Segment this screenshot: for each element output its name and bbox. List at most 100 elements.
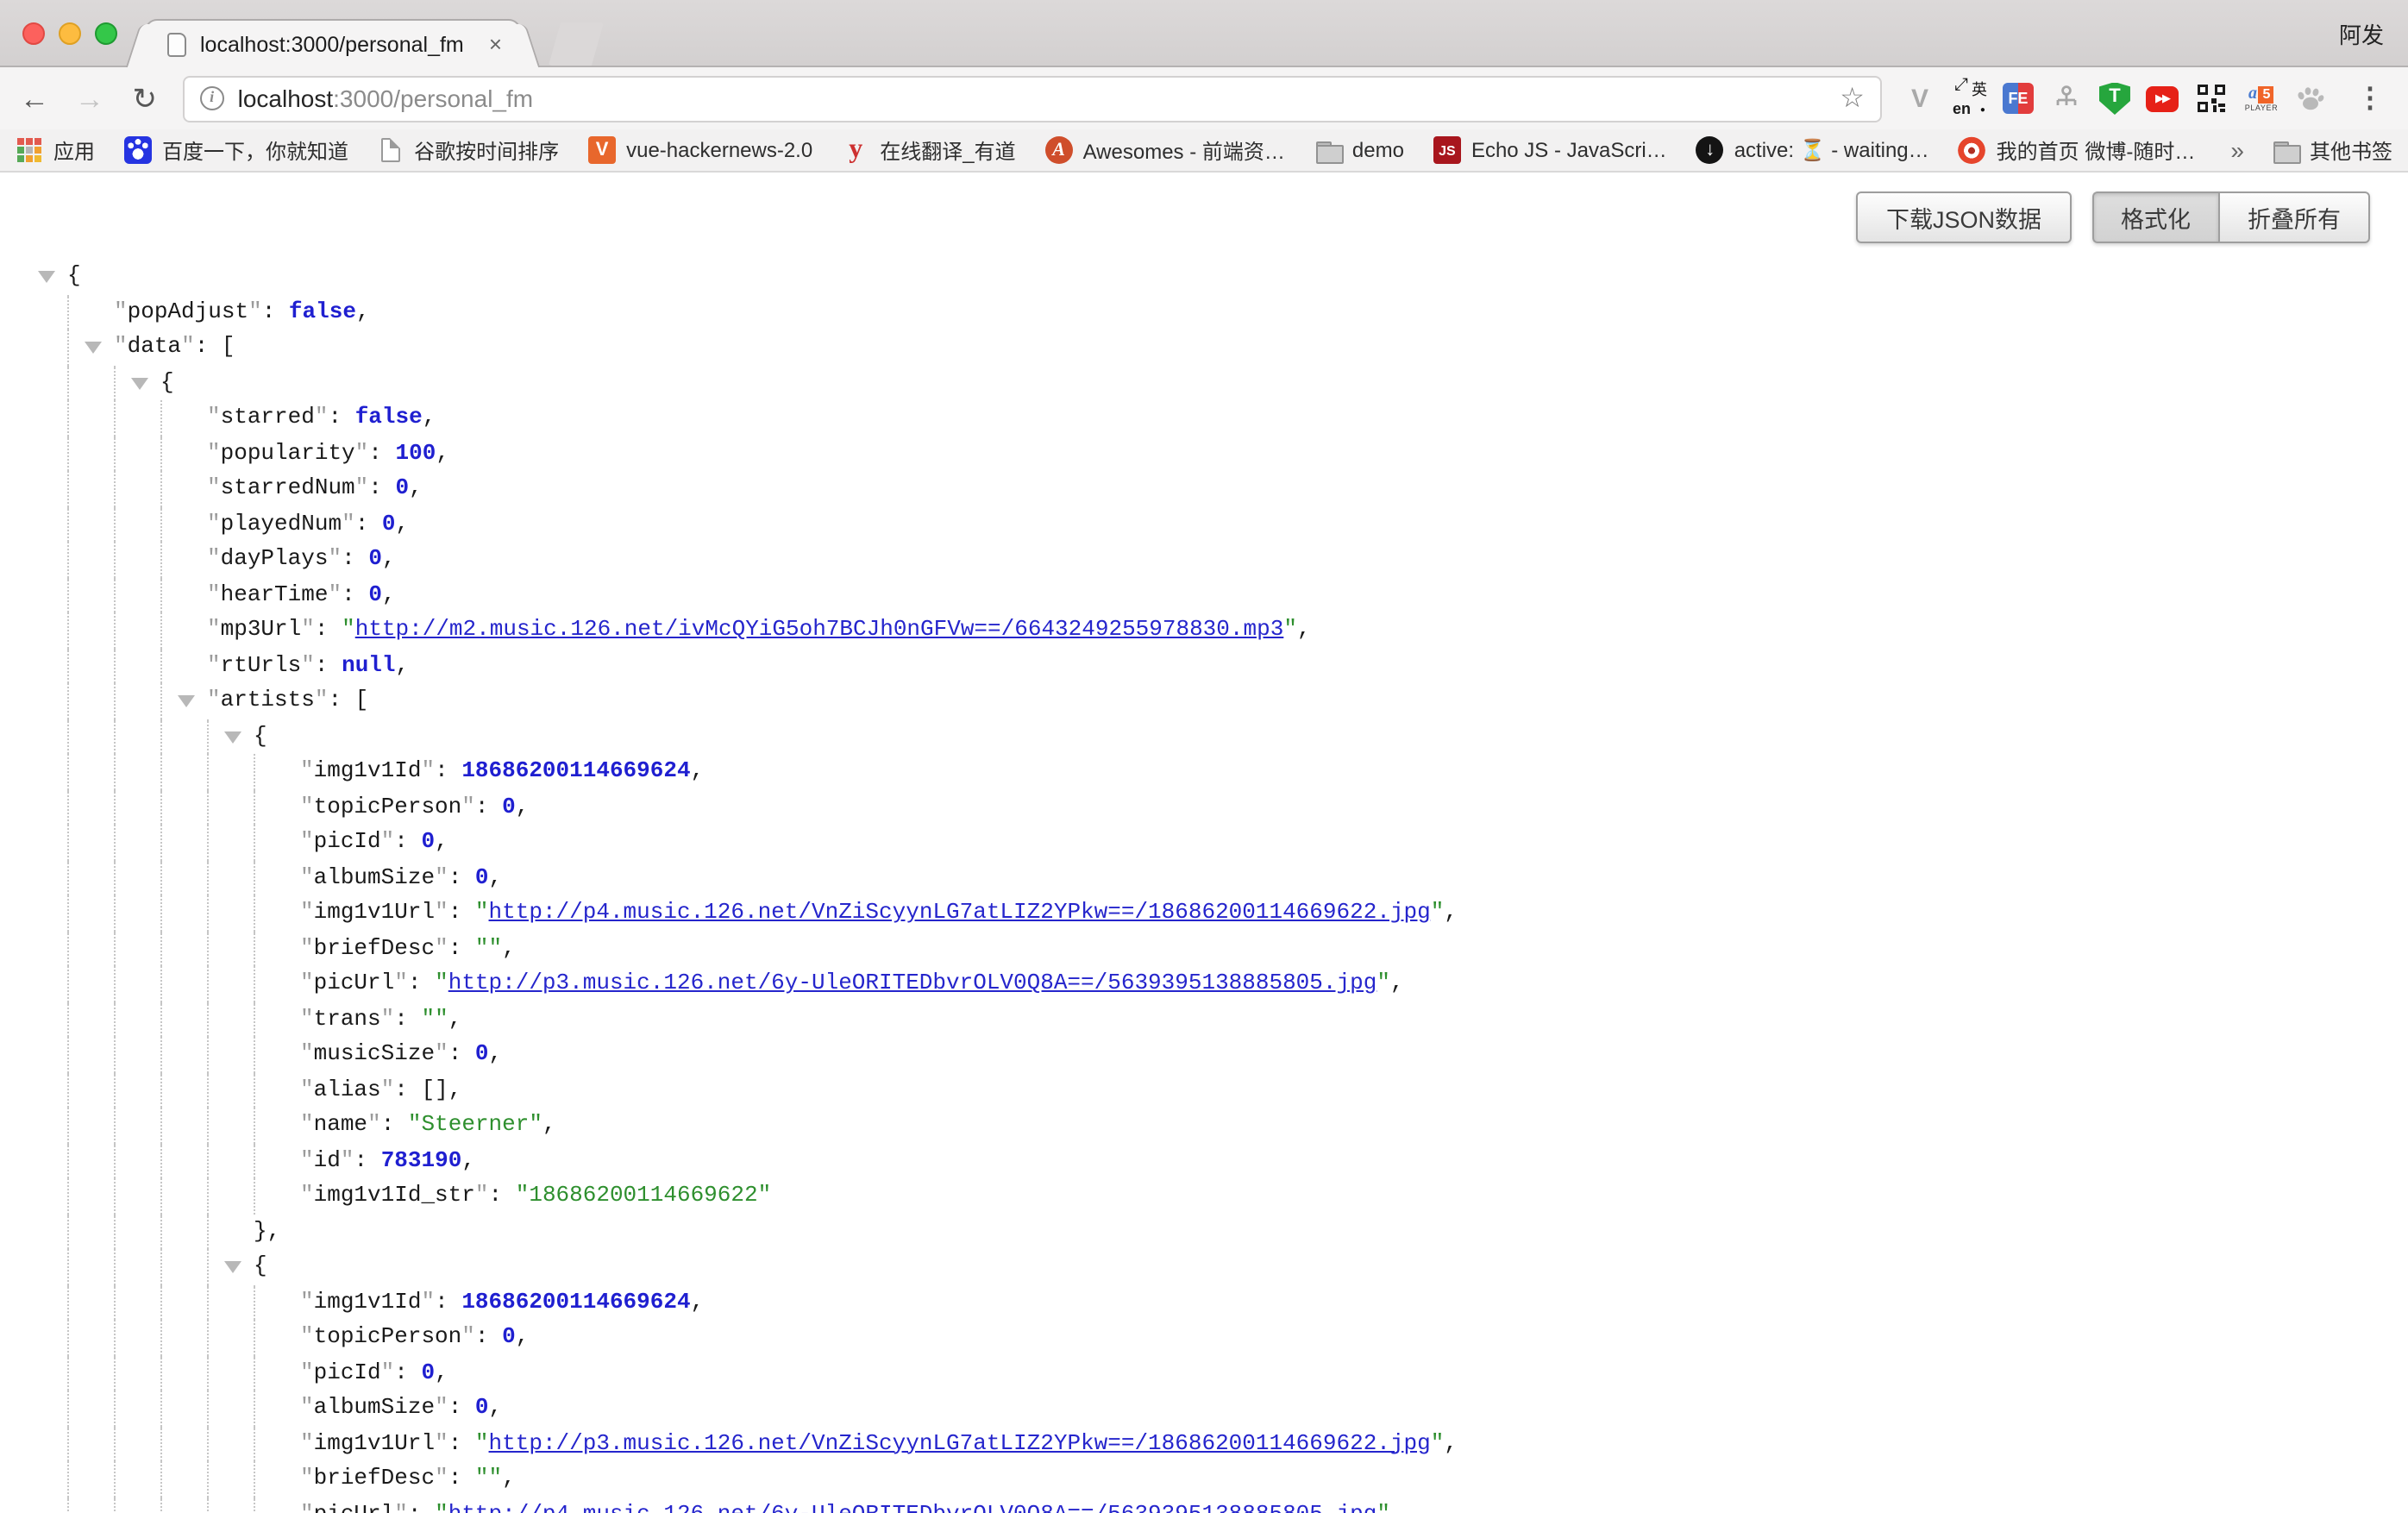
bookmark-item[interactable]: 在线翻译_有道 <box>842 135 1015 165</box>
bookmarks-right: » 其他书签 <box>2230 135 2392 165</box>
browser-toolbar: ← → ↻ i localhost:3000/personal_fm ☆ V 英… <box>0 67 2408 129</box>
bookmark-item[interactable]: 应用 <box>16 135 95 165</box>
folder-icon <box>2272 137 2299 165</box>
bookmark-label: 我的首页 微博-随时… <box>1997 135 2196 165</box>
json-line: "img1v1Id": 18686200114669624, <box>0 754 2408 789</box>
collapse-arrow-icon[interactable] <box>178 695 195 716</box>
json-line: "picId": 0, <box>0 1355 2408 1391</box>
json-line: "hearTime": 0, <box>0 577 2408 612</box>
json-line: "picUrl": "http://p3.music.126.net/6y-Ul… <box>0 966 2408 1001</box>
traffic-lights <box>22 22 117 45</box>
json-line: "img1v1Id": 18686200114669624, <box>0 1284 2408 1320</box>
json-url-link[interactable]: http://p4.music.126.net/VnZiScyynLG7atLI… <box>489 899 1431 925</box>
json-url-link[interactable]: http://p3.music.126.net/6y-UleORITEDbvrO… <box>448 970 1377 995</box>
green-shield-extension-icon[interactable]: T <box>2099 82 2130 115</box>
download-icon <box>1696 136 1724 164</box>
json-line: "dayPlays": 0, <box>0 542 2408 577</box>
download-json-button[interactable]: 下载JSON数据 <box>1857 191 2071 243</box>
json-url-link[interactable]: http://m2.music.126.net/ivMcQYiG5oh7BCJh… <box>355 616 1284 642</box>
translate-extension-icon[interactable]: 英en <box>1953 81 1987 116</box>
forward-button: → <box>72 84 107 113</box>
bookmarks-bar: 应用 百度一下，你就知道 谷歌按时间排序 vue-hackernews-2.0 在线翻译… <box>0 129 2408 173</box>
json-line: "topicPerson": 0, <box>0 789 2408 825</box>
bookmarks-overflow-chevron[interactable]: » <box>2230 136 2244 164</box>
collapse-arrow-icon[interactable] <box>224 731 241 751</box>
json-line: { <box>0 1249 2408 1284</box>
tab-title: localhost:3000/personal_fm <box>200 32 464 56</box>
back-button[interactable]: ← <box>17 84 52 113</box>
reload-button[interactable]: ↻ <box>128 84 162 113</box>
json-line: { <box>0 259 2408 294</box>
collapse-arrow-icon[interactable] <box>131 377 148 398</box>
bookmark-item[interactable]: 百度一下，你就知道 <box>124 135 348 165</box>
collapse-arrow-icon[interactable] <box>38 271 55 292</box>
browser-tab[interactable]: localhost:3000/personal_fm × <box>145 19 521 67</box>
json-line: "briefDesc": "", <box>0 1461 2408 1497</box>
page-favicon-icon <box>167 32 186 56</box>
json-actions: 下载JSON数据 格式化 折叠所有 <box>1857 191 2370 243</box>
awesomes-icon <box>1045 136 1073 164</box>
page-content: 下载JSON数据 格式化 折叠所有 {"popAdjust": false,"d… <box>0 173 2408 1513</box>
title-bar: localhost:3000/personal_fm × 阿发 <box>0 0 2408 67</box>
bookmark-label: 百度一下，你就知道 <box>162 135 348 165</box>
bookmark-item[interactable]: Echo JS - JavaScri… <box>1433 136 1667 164</box>
profile-name[interactable]: 阿发 <box>2339 17 2384 50</box>
tab-close-icon[interactable]: × <box>486 31 505 57</box>
json-url-link[interactable]: http://p4.music.126.net/6y-UleORITEDbvrO… <box>448 1500 1377 1513</box>
new-tab-button[interactable] <box>549 22 604 66</box>
json-tree: {"popAdjust": false,"data": [{"starred":… <box>0 259 2408 1513</box>
bookmark-label: Awesomes - 前端资… <box>1083 135 1285 165</box>
json-line: "musicSize": 0, <box>0 1037 2408 1072</box>
url-bar[interactable]: i localhost:3000/personal_fm ☆ <box>183 75 1882 122</box>
json-line: "data": [ <box>0 330 2408 365</box>
bookmark-item[interactable]: Awesomes - 前端资… <box>1045 135 1285 165</box>
bookmark-item[interactable]: vue-hackernews-2.0 <box>588 136 812 164</box>
json-line: "picId": 0, <box>0 825 2408 860</box>
json-line: "artists": [ <box>0 683 2408 719</box>
zoom-window-button[interactable] <box>95 22 117 45</box>
json-line: "albumSize": 0, <box>0 1391 2408 1426</box>
bookmark-label: vue-hackernews-2.0 <box>626 138 812 162</box>
url-text[interactable]: localhost:3000/personal_fm <box>238 85 533 112</box>
paw-extension-icon[interactable] <box>2294 81 2329 116</box>
vue-icon <box>588 136 616 164</box>
json-line: { <box>0 719 2408 754</box>
bookmark-item[interactable]: active: ⏳ - waiting… <box>1696 136 1929 164</box>
video-speed-extension-icon[interactable]: ▶▶ <box>2146 85 2179 111</box>
baidu-icon <box>124 136 152 164</box>
format-button[interactable]: 格式化 <box>2091 191 2218 243</box>
browser-menu-icon[interactable]: ⋮ <box>2349 81 2391 116</box>
json-line: }, <box>0 1214 2408 1249</box>
bookmark-item[interactable]: 谷歌按时间排序 <box>378 135 559 165</box>
json-line: "trans": "", <box>0 1001 2408 1037</box>
folder-icon <box>1314 137 1342 165</box>
youdao-icon <box>842 136 869 164</box>
apps-icon <box>17 138 41 162</box>
json-line: "briefDesc": "", <box>0 931 2408 966</box>
json-url-link[interactable]: http://p3.music.126.net/VnZiScyynLG7atLI… <box>489 1429 1431 1455</box>
sitemap-extension-icon[interactable] <box>2049 81 2084 116</box>
collapse-arrow-icon[interactable] <box>85 342 102 362</box>
collapse-all-button[interactable]: 折叠所有 <box>2218 191 2370 243</box>
fe-helper-icon[interactable]: FE <box>2003 83 2034 114</box>
vue-devtools-icon[interactable]: V <box>1903 81 1937 116</box>
bookmark-label: 谷歌按时间排序 <box>414 135 559 165</box>
bookmark-item[interactable]: 我的首页 微博-随时… <box>1959 135 2196 165</box>
weibo-icon <box>1959 136 1986 164</box>
json-line: "rtUrls": null, <box>0 648 2408 683</box>
json-line: "popularity": 100, <box>0 436 2408 471</box>
minimize-window-button[interactable] <box>59 22 81 45</box>
url-host: localhost <box>238 85 334 112</box>
other-bookmarks-button[interactable]: 其他书签 <box>2272 135 2392 165</box>
collapse-arrow-icon[interactable] <box>224 1261 241 1282</box>
json-line: "popAdjust": false, <box>0 294 2408 330</box>
qrcode-extension-icon[interactable] <box>2194 81 2229 116</box>
bookmark-label: demo <box>1352 138 1404 162</box>
html5-player-extension-icon[interactable]: a5 PLAYER <box>2244 81 2279 116</box>
bookmark-item[interactable]: demo <box>1314 135 1404 165</box>
page-icon <box>381 138 400 162</box>
close-window-button[interactable] <box>22 22 45 45</box>
json-line: "name": "Steerner", <box>0 1108 2408 1143</box>
info-icon[interactable]: i <box>200 86 224 110</box>
bookmark-star-icon[interactable]: ☆ <box>1840 81 1865 116</box>
